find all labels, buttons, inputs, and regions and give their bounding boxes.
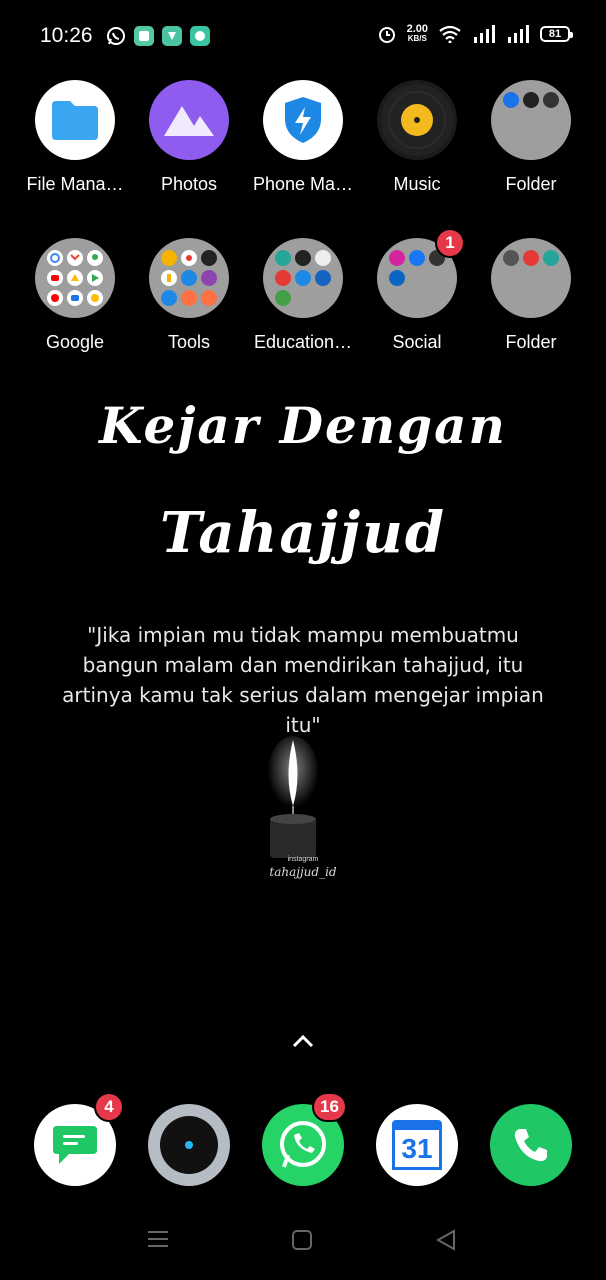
status-right: 2.00 KB/S 81 [377, 23, 573, 44]
dock-phone[interactable] [490, 1104, 572, 1186]
youtube-music-icon [47, 290, 63, 306]
shield-icon [263, 80, 343, 160]
whatsapp-icon [280, 1121, 326, 1168]
app-icon [523, 250, 539, 266]
app-icon [201, 270, 217, 286]
notification-badge: 16 [312, 1092, 347, 1122]
calendar-icon: 31 [392, 1120, 442, 1170]
candle-image [267, 736, 319, 858]
dock-calendar[interactable]: 31 [376, 1104, 458, 1186]
wallpaper-title-line1: Kejar Dengan [99, 396, 507, 455]
instagram-icon [389, 250, 405, 266]
app-icon [315, 250, 331, 266]
signal-icon [474, 25, 495, 43]
meet-icon [67, 290, 83, 306]
dock-camera[interactable] [148, 1104, 230, 1186]
photos-small-icon [87, 290, 103, 306]
menu-icon[interactable] [146, 1228, 170, 1250]
dock-messages[interactable]: 4 [34, 1092, 124, 1186]
app-phone-manager[interactable]: Phone Ma… [246, 80, 360, 195]
chevron-up-icon[interactable] [290, 1032, 316, 1050]
app-icon [543, 92, 559, 108]
app-folder-1[interactable]: Folder [474, 80, 588, 195]
facebook-icon [409, 250, 425, 266]
photos-icon [149, 80, 229, 160]
compass-icon [201, 250, 217, 266]
wallpaper-title-line2: Tahajjud [160, 500, 446, 566]
folder-icon: 1 [377, 228, 465, 318]
app-folder-education[interactable]: Education… [246, 238, 360, 353]
app-icon [161, 270, 177, 286]
maps-icon [87, 250, 103, 266]
recorder-icon [181, 250, 197, 266]
file-manager-icon [35, 80, 115, 160]
app-icon [161, 250, 177, 266]
app-icon [295, 250, 311, 266]
gmail-icon [67, 250, 83, 266]
messages-icon [53, 1126, 97, 1164]
app-photos[interactable]: Photos [132, 80, 246, 195]
app-music[interactable]: Music [360, 80, 474, 195]
app-icon [543, 250, 559, 266]
wallpaper-quote: "Jika impian mu tidak mampu membuatmu ba… [62, 623, 544, 737]
video-app-icon [503, 92, 519, 108]
app-folder-social[interactable]: 1 Social [360, 228, 474, 353]
notification-badge: 4 [94, 1092, 124, 1122]
app-icon [181, 270, 197, 286]
home-icon[interactable] [290, 1228, 314, 1252]
app-file-manager[interactable]: File Mana… [18, 80, 132, 195]
folder-icon [491, 238, 571, 318]
app-notification-icon [134, 26, 154, 46]
drive-icon [67, 270, 83, 286]
battery-indicator: 81 [540, 26, 573, 42]
app-icon [275, 250, 291, 266]
app-icon [161, 290, 177, 306]
app-icon [295, 270, 311, 286]
chat-notification-icon [190, 26, 210, 46]
music-disc-icon [377, 80, 457, 160]
whatsapp-notification-icon [106, 26, 126, 46]
app-icon [275, 270, 291, 286]
app-folder-tools[interactable]: Tools [132, 238, 246, 353]
google-icon [47, 250, 63, 266]
folder-icon [149, 238, 229, 318]
wallpaper-watermark: instagram tahajjud_id [269, 856, 337, 879]
folder-icon [263, 238, 343, 318]
linkedin-icon [389, 270, 405, 286]
app-folder-2[interactable]: Folder [474, 238, 588, 353]
wifi-icon [439, 25, 461, 43]
app-folder-google[interactable]: Google [18, 238, 132, 353]
status-bar: 10:26 2.00 KB/S 81 [0, 0, 606, 76]
alarm-icon [378, 27, 395, 43]
play-store-icon [87, 270, 103, 286]
signal-icon [508, 25, 529, 43]
app-icon [315, 270, 331, 286]
app-icon [181, 290, 197, 306]
status-time: 10:26 [40, 24, 93, 47]
folder-icon [35, 238, 115, 318]
notification-badge: 1 [435, 228, 465, 258]
app-icon [503, 250, 519, 266]
back-icon[interactable] [434, 1228, 458, 1252]
network-speed: 2.00 KB/S [406, 23, 428, 44]
app-icon [201, 290, 217, 306]
app-icon [523, 92, 539, 108]
notification-icons [106, 26, 210, 46]
folder-icon [491, 80, 571, 160]
phone-icon [514, 1129, 547, 1162]
camera-icon [160, 1116, 218, 1174]
youtube-icon [47, 270, 63, 286]
dock-whatsapp[interactable]: 16 [262, 1092, 347, 1186]
app-notification-icon [162, 26, 182, 46]
app-icon [275, 290, 291, 306]
